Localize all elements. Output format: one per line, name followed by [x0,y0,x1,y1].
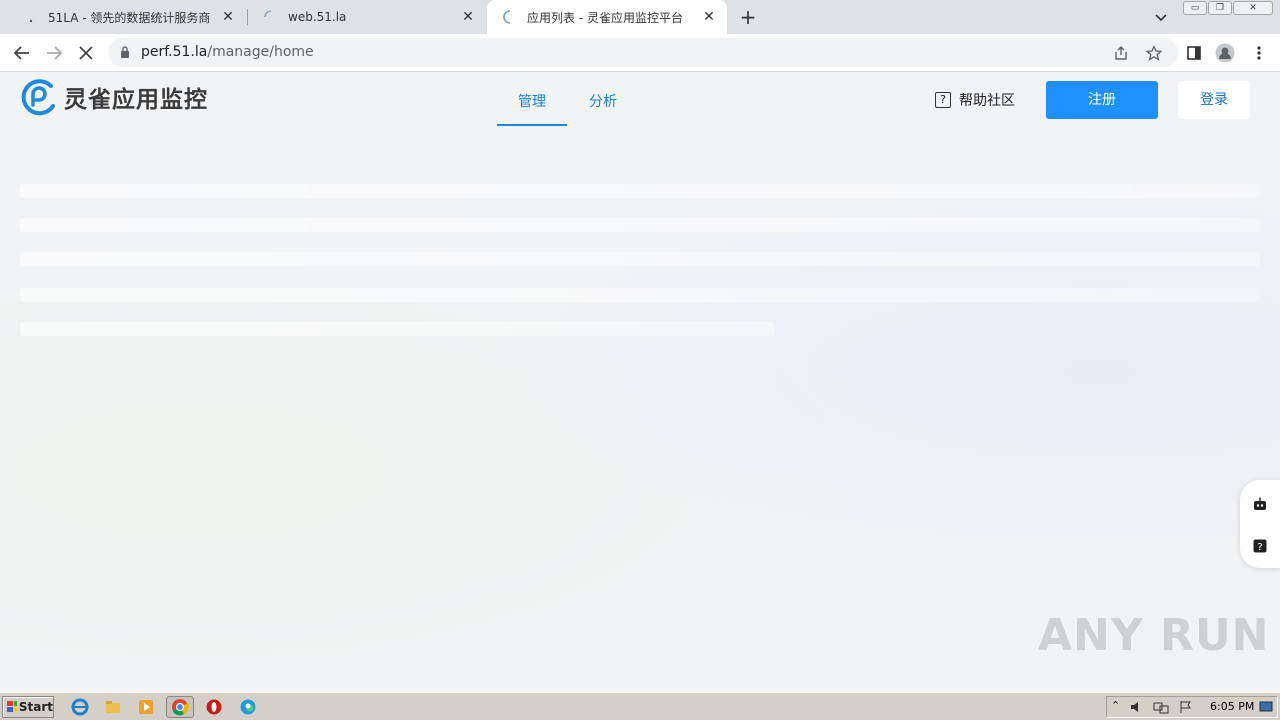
register-button[interactable]: 注册 [1046,81,1158,119]
minimize-button[interactable]: ▭ [1183,1,1207,15]
forward-arrow-icon[interactable] [44,43,64,63]
login-button[interactable]: 登录 [1178,81,1250,119]
svg-text:?: ? [1257,542,1262,553]
tray-expand-icon[interactable]: ⌃ [1111,699,1120,712]
help-question-icon[interactable]: ? [1253,539,1267,553]
windows-logo-icon [7,701,17,712]
show-desktop-icon[interactable] [1259,701,1273,716]
page-content: 灵雀应用监控 管理 分析 ? 帮助社区 注册 登录 ? ANY RUN [0,72,1280,692]
tab-app-list[interactable]: 应用列表 - 灵雀应用监控平台 ✕ [487,0,727,34]
stop-loading-icon[interactable] [76,43,96,63]
internet-explorer-icon[interactable] [71,698,89,716]
share-icon[interactable] [1113,45,1129,61]
loading-skeleton [20,218,1260,232]
loading-spinner-icon [264,10,278,24]
close-icon[interactable]: ✕ [701,9,717,25]
lingque-logo-icon [21,79,55,116]
address-bar[interactable]: perf.51.la/manage/home [108,38,1178,67]
windows-taskbar: Start ⌃ 6:05 PM [0,692,1280,720]
start-button[interactable]: Start [2,696,54,718]
loading-spinner-icon [503,10,517,24]
nav-analysis[interactable]: 分析 [589,91,617,111]
media-player-icon[interactable] [137,698,155,716]
lock-icon [120,46,130,61]
nav-active-indicator [497,124,567,126]
edge-icon[interactable] [239,698,257,716]
url-host: perf.51.la [141,44,208,60]
volume-icon[interactable] [1129,700,1143,717]
dot-favicon-icon [24,10,38,24]
action-center-flag-icon[interactable] [1179,700,1193,717]
robot-assistant-icon[interactable] [1253,497,1267,511]
tab-title: 应用列表 - 灵雀应用监控平台 [527,10,683,25]
close-icon[interactable]: ✕ [220,9,236,25]
tab-title: web.51.la [288,10,347,24]
help-label: 帮助社区 [959,93,1015,109]
url-path: /manage/home [207,44,314,60]
chrome-icon[interactable] [166,696,194,718]
menu-kebab-icon[interactable] [1249,43,1269,63]
help-community-link[interactable]: ? 帮助社区 [935,90,1015,110]
anyrun-watermark: ANY RUN [1038,610,1270,661]
side-panel-icon[interactable] [1184,43,1204,63]
floating-service-panel: ? [1240,480,1280,568]
network-icon[interactable] [1153,700,1169,717]
url-text: perf.51.la/manage/home [141,44,314,60]
new-tab-button[interactable]: + [738,7,758,27]
close-icon[interactable]: ✕ [460,9,476,25]
nav-manage[interactable]: 管理 [518,91,546,111]
close-window-button[interactable]: ✕ [1233,1,1273,15]
system-tray: ⌃ 6:05 PM [1106,696,1278,718]
browser-toolbar: perf.51.la/manage/home [0,34,1280,72]
restore-button[interactable]: ❐ [1208,1,1232,15]
loading-skeleton [20,288,1260,302]
start-label: Start [18,700,53,714]
loading-skeleton [20,252,1260,266]
profile-avatar-icon[interactable] [1215,43,1235,63]
site-logo[interactable]: 灵雀应用监控 [20,78,208,116]
loading-skeleton [20,322,775,336]
tab-web51la[interactable]: web.51.la ✕ [248,0,486,34]
tab-51la[interactable]: 51LA - 领先的数据统计服务商 ✕ [8,0,246,34]
tab-search-chevron-icon[interactable] [1152,8,1170,26]
browser-tab-strip: 51LA - 领先的数据统计服务商 ✕ web.51.la ✕ 应用列表 - 灵… [0,0,1280,34]
back-arrow-icon[interactable] [12,43,32,63]
question-icon: ? [935,92,951,108]
clock[interactable]: 6:05 PM [1210,700,1254,713]
bookmark-star-icon[interactable] [1145,44,1163,61]
loading-skeleton [20,184,1260,198]
tab-title: 51LA - 领先的数据统计服务商 [48,10,211,25]
logo-text: 灵雀应用监控 [64,87,208,113]
file-explorer-icon[interactable] [104,698,122,716]
opera-icon[interactable] [205,698,223,716]
